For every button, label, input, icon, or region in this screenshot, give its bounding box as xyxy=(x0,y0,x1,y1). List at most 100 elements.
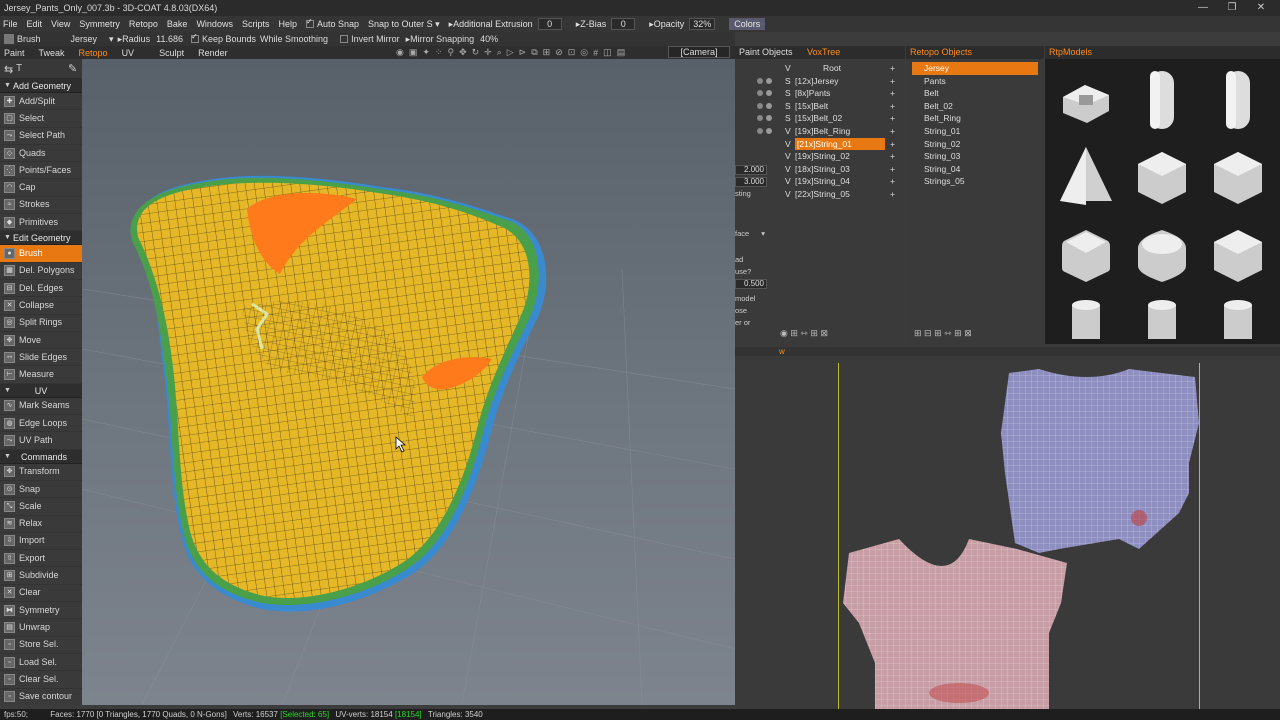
no-symmetry-icon[interactable]: ⊘ xyxy=(555,47,563,58)
model-cylinder-3[interactable] xyxy=(1201,297,1275,341)
orbit-icon[interactable]: ◉ xyxy=(396,47,404,58)
opacity-field[interactable]: ▸Opacity 32% xyxy=(649,18,720,30)
snap-icon[interactable]: ⊡ xyxy=(568,47,576,58)
model-rounded-cube[interactable] xyxy=(1049,219,1123,293)
tool-primitives[interactable]: ◆ Primitives xyxy=(0,214,82,232)
list-item[interactable]: S [8x]Pants + xyxy=(735,87,905,100)
tool-move[interactable]: ✥ Move xyxy=(0,332,82,350)
menu-help[interactable]: Help xyxy=(278,19,297,29)
tool-transform[interactable]: ✥ Transform xyxy=(0,464,82,481)
tool-unwrap[interactable]: ▤ Unwrap xyxy=(0,619,82,637)
tool-import[interactable]: ⇩ Import xyxy=(0,533,82,551)
grid-icon[interactable]: # xyxy=(593,48,598,58)
list-item[interactable]: String_04 xyxy=(906,163,1044,176)
tab-paint[interactable]: Paint xyxy=(4,48,25,58)
list-item[interactable]: S [15x]Belt_02 + xyxy=(735,112,905,125)
tool-save-contour[interactable]: ▫ Save contour xyxy=(0,689,82,705)
layout-icon[interactable]: ▤ xyxy=(617,47,626,58)
step-icon[interactable]: ⊳ xyxy=(519,47,527,58)
prop-value-2[interactable]: 3.000 xyxy=(735,177,767,187)
tool-quads[interactable]: ◇ Quads xyxy=(0,145,82,163)
tool-edge-loops[interactable]: ◍ Edge Loops xyxy=(0,415,82,433)
tool-slide-edges[interactable]: ⇿ Slide Edges xyxy=(0,349,82,367)
list-item[interactable]: Pants xyxy=(906,75,1044,88)
cube-icon[interactable]: ⧉ xyxy=(531,47,537,58)
menu-edit[interactable]: Edit xyxy=(27,19,43,29)
prop-value-3[interactable]: 0.500 xyxy=(735,279,767,289)
pen-icon[interactable]: ✎ xyxy=(68,62,77,75)
tool-symmetry[interactable]: ⧓ Symmetry xyxy=(0,602,82,620)
transform-icon[interactable]: ⊞ xyxy=(543,47,551,58)
menu-file[interactable]: File xyxy=(3,19,18,29)
maximize-button[interactable]: ❐ xyxy=(1219,0,1245,16)
tool-uv-path[interactable]: ⤳ UV Path xyxy=(0,432,82,450)
view-icon[interactable]: ◫ xyxy=(603,47,612,58)
tab-uv[interactable]: UV xyxy=(122,48,135,58)
list-item[interactable]: Belt_Ring xyxy=(906,112,1044,125)
section-uv[interactable]: ▼ UV xyxy=(0,383,82,398)
model-capsule-2[interactable] xyxy=(1201,63,1275,137)
model-capsule[interactable] xyxy=(1125,63,1199,137)
section-add-geometry[interactable]: ▼ Add Geometry xyxy=(0,79,82,93)
list-item[interactable]: S [12x]Jersey + xyxy=(735,75,905,88)
tab-sculpt[interactable]: Sculpt xyxy=(159,48,184,58)
tool-mark-seams[interactable]: ∿ Mark Seams xyxy=(0,398,82,416)
tool-select-path[interactable]: ⤳ Select Path xyxy=(0,128,82,145)
auto-snap-toggle[interactable]: Auto Snap xyxy=(305,17,359,29)
menu-view[interactable]: View xyxy=(51,19,70,29)
tool-store-sel[interactable]: ▫ Store Sel. xyxy=(0,637,82,654)
play-icon[interactable]: ▷ xyxy=(507,47,514,58)
prop-value-1[interactable]: 2.000 xyxy=(735,165,767,175)
tab-voxtree[interactable]: VoxTree xyxy=(803,47,840,57)
list-item[interactable]: Jersey xyxy=(912,62,1038,75)
menu-scripts[interactable]: Scripts xyxy=(242,19,270,29)
mirror-snapping-field[interactable]: ▸Mirror Snapping xyxy=(406,34,475,45)
frame-icon[interactable]: ▣ xyxy=(409,47,418,58)
tool-points-faces[interactable]: ⁛ Points/Faces xyxy=(0,162,82,180)
close-button[interactable]: ✕ xyxy=(1248,0,1274,16)
model-c-block[interactable] xyxy=(1049,63,1123,137)
tool-clear-sel[interactable]: ▫ Clear Sel. xyxy=(0,671,82,689)
pan-icon[interactable]: ✛ xyxy=(484,47,492,58)
list-item[interactable]: V [19x]Belt_Ring + xyxy=(735,125,905,138)
snap-to-outer-button[interactable]: Snap to Outer S ▾ xyxy=(368,19,440,30)
list-item[interactable]: String_03 xyxy=(906,150,1044,163)
zoom-icon[interactable]: ⌕ xyxy=(497,47,502,58)
tool-cap[interactable]: ◠ Cap xyxy=(0,179,82,197)
move-icon[interactable]: ✥ xyxy=(459,47,467,58)
grid-points-icon[interactable]: ⁘ xyxy=(435,47,443,58)
target-icon[interactable]: ◎ xyxy=(580,47,588,58)
tool-scale[interactable]: ⤡ Scale xyxy=(0,498,82,516)
z-bias-field[interactable]: ▸Z-Bias 0 xyxy=(576,18,641,30)
model-cube-2[interactable] xyxy=(1201,141,1275,215)
model-cube[interactable] xyxy=(1125,141,1199,215)
colors-button[interactable]: Colors xyxy=(729,18,766,30)
mirror-snapping-value[interactable]: 40% xyxy=(480,34,498,44)
list-item[interactable]: V [21x]String_01 + xyxy=(735,137,905,151)
tool-load-sel[interactable]: ▫ Load Sel. xyxy=(0,654,82,672)
list-item[interactable]: String_01 xyxy=(906,125,1044,138)
list-item[interactable]: V Root + xyxy=(735,62,905,75)
list-item[interactable]: S [15x]Belt + xyxy=(735,100,905,113)
tool-collapse[interactable]: ✕ Collapse xyxy=(0,297,82,315)
tool-split-rings[interactable]: ◎ Split Rings xyxy=(0,315,82,332)
tool-clear[interactable]: ✕ Clear xyxy=(0,585,82,603)
section-edit-geometry[interactable]: ▼ Edit Geometry xyxy=(0,231,82,246)
model-cylinder[interactable] xyxy=(1049,297,1123,341)
retopo-footer-icons[interactable]: ⊞ ⊟ ⊞ ⇿ ⊞ ⊠ xyxy=(914,328,972,339)
list-item[interactable]: Strings_05 xyxy=(906,175,1044,188)
object-dropdown-icon[interactable]: ▾ xyxy=(109,34,114,45)
tab-retopo[interactable]: Retopo xyxy=(79,48,108,58)
invert-mirror-toggle[interactable]: Invert Mirror xyxy=(340,34,400,44)
menu-windows[interactable]: Windows xyxy=(196,19,233,29)
list-item[interactable]: String_02 xyxy=(906,138,1044,151)
tab-paint-objects[interactable]: Paint Objects xyxy=(735,47,793,57)
additional-extrusion-field[interactable]: ▸Additional Extrusion 0 xyxy=(449,18,567,30)
rotate-icon[interactable]: ↻ xyxy=(472,47,480,58)
tool-relax[interactable]: ≋ Relax xyxy=(0,516,82,533)
tool-select[interactable]: ▢ Select xyxy=(0,110,82,128)
viewport-3d[interactable] xyxy=(82,59,735,705)
pin-icon[interactable]: ⚲ xyxy=(447,47,454,58)
rtpmodels-title[interactable]: RtpModels xyxy=(1045,47,1092,57)
tool-strokes[interactable]: ≈ Strokes xyxy=(0,197,82,215)
